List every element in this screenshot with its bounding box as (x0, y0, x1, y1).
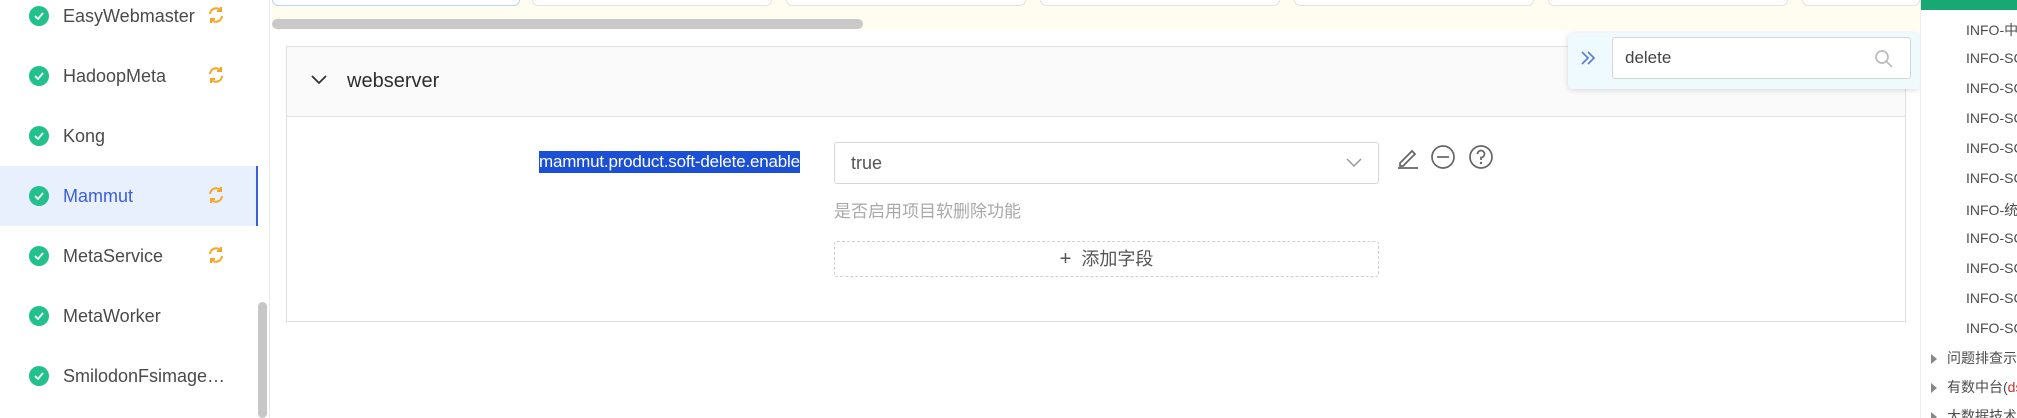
chevron-down-icon (1346, 158, 1362, 168)
service-item-mammut[interactable]: Mammut (0, 166, 258, 226)
add-field-label: 添加字段 (1081, 249, 1154, 269)
tree-item[interactable]: 大数据技术 (1931, 406, 2017, 418)
log-line[interactable]: INFO-中 (1966, 20, 2017, 40)
service-sidebar: EasyWebmaster HadoopMeta Kong Mammut Met… (0, 0, 270, 418)
service-name: HadoopMeta (63, 65, 167, 86)
top-card[interactable] (1548, 0, 1788, 6)
service-name: SmilodonFsimage… (63, 365, 226, 386)
service-item-kong[interactable]: Kong (0, 106, 258, 166)
log-line[interactable]: INFO-SC (1966, 50, 2017, 66)
caret-right-icon[interactable] (1931, 412, 1937, 418)
top-card[interactable] (1802, 0, 1920, 6)
search-icon[interactable] (1874, 49, 1894, 69)
caret-right-icon[interactable] (1931, 383, 1937, 394)
plus-icon: + (1059, 248, 1072, 270)
log-line[interactable]: INFO-SC (1966, 320, 2017, 336)
log-line[interactable]: INFO-统 (1966, 200, 2017, 220)
log-line[interactable]: INFO-SC (1966, 170, 2017, 186)
sync-icon[interactable] (206, 185, 226, 205)
page: EasyWebmaster HadoopMeta Kong Mammut Met… (0, 0, 2017, 418)
check-circle-icon (29, 366, 49, 386)
service-name: EasyWebmaster (63, 5, 195, 26)
service-item-hadoopmeta[interactable]: HadoopMeta (0, 46, 258, 106)
tree-item-label: 大数据技术 (1947, 408, 2017, 418)
tree-item-suffix: ds (2007, 379, 2017, 395)
tree-item[interactable]: 有数中台(ds (1931, 377, 2017, 397)
log-line[interactable]: INFO-SC (1966, 140, 2017, 156)
check-circle-icon (29, 246, 49, 266)
tree-item[interactable]: 问题排查示 (1931, 348, 2017, 368)
caret-right-icon[interactable] (1931, 354, 1937, 365)
config-description: 是否启用项目软删除功能 (834, 202, 1021, 221)
selected-value: true (851, 153, 883, 173)
check-circle-icon (29, 6, 49, 26)
service-name: MetaService (63, 245, 164, 266)
log-line[interactable]: INFO-SC (1966, 290, 2017, 306)
log-panel-header (1921, 0, 2017, 10)
edit-icon[interactable] (1395, 144, 1421, 170)
top-card[interactable] (532, 0, 772, 6)
service-item-metaservice[interactable]: MetaService (0, 226, 258, 286)
check-circle-icon (29, 186, 49, 206)
service-item-smilodonfsimage[interactable]: SmilodonFsimage… (0, 346, 258, 406)
log-line[interactable]: INFO-SC (1966, 230, 2017, 246)
check-circle-icon (29, 306, 49, 326)
tree-item-label: 问题排查示 (1947, 350, 2017, 366)
log-line[interactable]: INFO-SC (1966, 260, 2017, 276)
remove-icon[interactable] (1430, 144, 1456, 170)
top-card[interactable] (1294, 0, 1534, 6)
service-item-easywebmaster[interactable]: EasyWebmaster (0, 0, 258, 46)
log-panel: INFO-中 INFO-SC INFO-SC INFO-SC INFO-SC I… (1920, 0, 2017, 418)
config-value-select[interactable]: true (834, 142, 1379, 184)
sync-icon[interactable] (206, 245, 226, 265)
search-input[interactable] (1625, 46, 1855, 70)
top-card[interactable] (786, 0, 1026, 6)
check-circle-icon (29, 66, 49, 86)
search-box[interactable] (1612, 37, 1911, 79)
top-card[interactable] (1040, 0, 1280, 6)
top-card[interactable] (272, 0, 520, 6)
service-name: Mammut (63, 185, 134, 206)
log-line[interactable]: INFO-SC (1966, 110, 2017, 126)
sidebar-scrollbar[interactable] (258, 302, 267, 418)
help-icon[interactable] (1468, 144, 1494, 170)
sync-icon[interactable] (206, 65, 226, 85)
service-name: Kong (63, 125, 106, 146)
config-key-label: mammut.product.soft-delete.enable (539, 151, 800, 173)
check-circle-icon (29, 126, 49, 146)
tree-item-label: 有数中台( (1947, 379, 2008, 395)
search-popover (1568, 33, 1920, 89)
section-title: webserver (347, 70, 440, 92)
service-item-metaworker[interactable]: MetaWorker (0, 286, 258, 346)
log-line[interactable]: INFO-SC (1966, 80, 2017, 96)
chevron-down-icon[interactable] (311, 74, 327, 86)
service-name: MetaWorker (63, 305, 161, 326)
add-field-button[interactable]: + 添加字段 (834, 241, 1379, 277)
double-chevron-right-icon[interactable] (1580, 49, 1598, 67)
sync-icon[interactable] (206, 5, 226, 25)
horizontal-scrollbar[interactable] (272, 19, 863, 29)
